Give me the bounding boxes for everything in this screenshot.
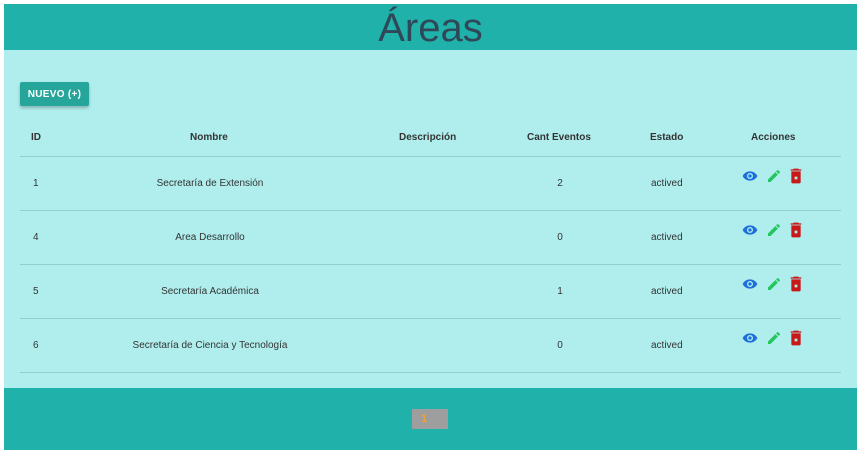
trash-icon[interactable]	[789, 168, 805, 184]
cell-id: 6	[33, 340, 39, 351]
table-header-row: ID Nombre Descripción Cant Eventos Estad…	[20, 122, 841, 157]
table-row: 5 Secretaría Académica 1 actived	[20, 265, 841, 319]
cell-nombre: Secretaría de Extensión	[156, 178, 264, 189]
eye-icon[interactable]	[742, 222, 758, 238]
cell-nombre: Secretaría Académica	[161, 286, 259, 297]
row-actions	[742, 276, 804, 292]
cell-cant-eventos: 1	[557, 286, 563, 297]
cell-nombre: Area Desarrollo	[175, 232, 245, 243]
cell-estado: actived	[651, 232, 683, 243]
cell-id: 5	[33, 286, 39, 297]
eye-icon[interactable]	[742, 330, 758, 346]
cell-estado: actived	[651, 340, 683, 351]
cell-estado: actived	[651, 178, 683, 189]
pencil-icon[interactable]	[766, 168, 782, 184]
page-footer: 1	[4, 388, 857, 450]
cell-cant-eventos: 0	[557, 232, 563, 243]
trash-icon[interactable]	[789, 330, 805, 346]
cell-id: 4	[33, 232, 39, 243]
column-header-estado: Estado	[650, 132, 684, 143]
page-title: Áreas	[378, 6, 483, 50]
column-header-id: ID	[31, 132, 41, 143]
cell-id: 1	[33, 178, 39, 189]
pencil-icon[interactable]	[766, 222, 782, 238]
column-header-acciones: Acciones	[751, 132, 796, 143]
column-header-nombre: Nombre	[190, 132, 228, 143]
trash-icon[interactable]	[789, 276, 805, 292]
cell-nombre: Secretaría de Ciencia y Tecnología	[132, 340, 288, 351]
new-area-button[interactable]: NUEVO (+)	[20, 82, 89, 106]
app-frame: Áreas NUEVO (+) ID Nombre Descripción Ca…	[4, 4, 857, 450]
table-row: 4 Area Desarrollo 0 actived	[20, 211, 841, 265]
table-row: 1 Secretaría de Extensión 2 actived	[20, 157, 841, 211]
row-actions	[742, 168, 804, 184]
table-row: 6 Secretaría de Ciencia y Tecnología 0 a…	[20, 319, 841, 373]
eye-icon[interactable]	[742, 168, 758, 184]
column-header-cant-eventos: Cant Eventos	[527, 132, 591, 143]
cell-estado: actived	[651, 286, 683, 297]
eye-icon[interactable]	[742, 276, 758, 292]
pagination-page-button[interactable]: 1	[412, 409, 448, 429]
cell-cant-eventos: 2	[557, 178, 563, 189]
row-actions	[742, 330, 804, 346]
pencil-icon[interactable]	[766, 330, 782, 346]
areas-table: ID Nombre Descripción Cant Eventos Estad…	[20, 122, 841, 373]
page-header: Áreas	[4, 4, 857, 50]
cell-cant-eventos: 0	[557, 340, 563, 351]
row-actions	[742, 222, 804, 238]
column-header-descripcion: Descripción	[399, 132, 457, 143]
pencil-icon[interactable]	[766, 276, 782, 292]
trash-icon[interactable]	[789, 222, 805, 238]
